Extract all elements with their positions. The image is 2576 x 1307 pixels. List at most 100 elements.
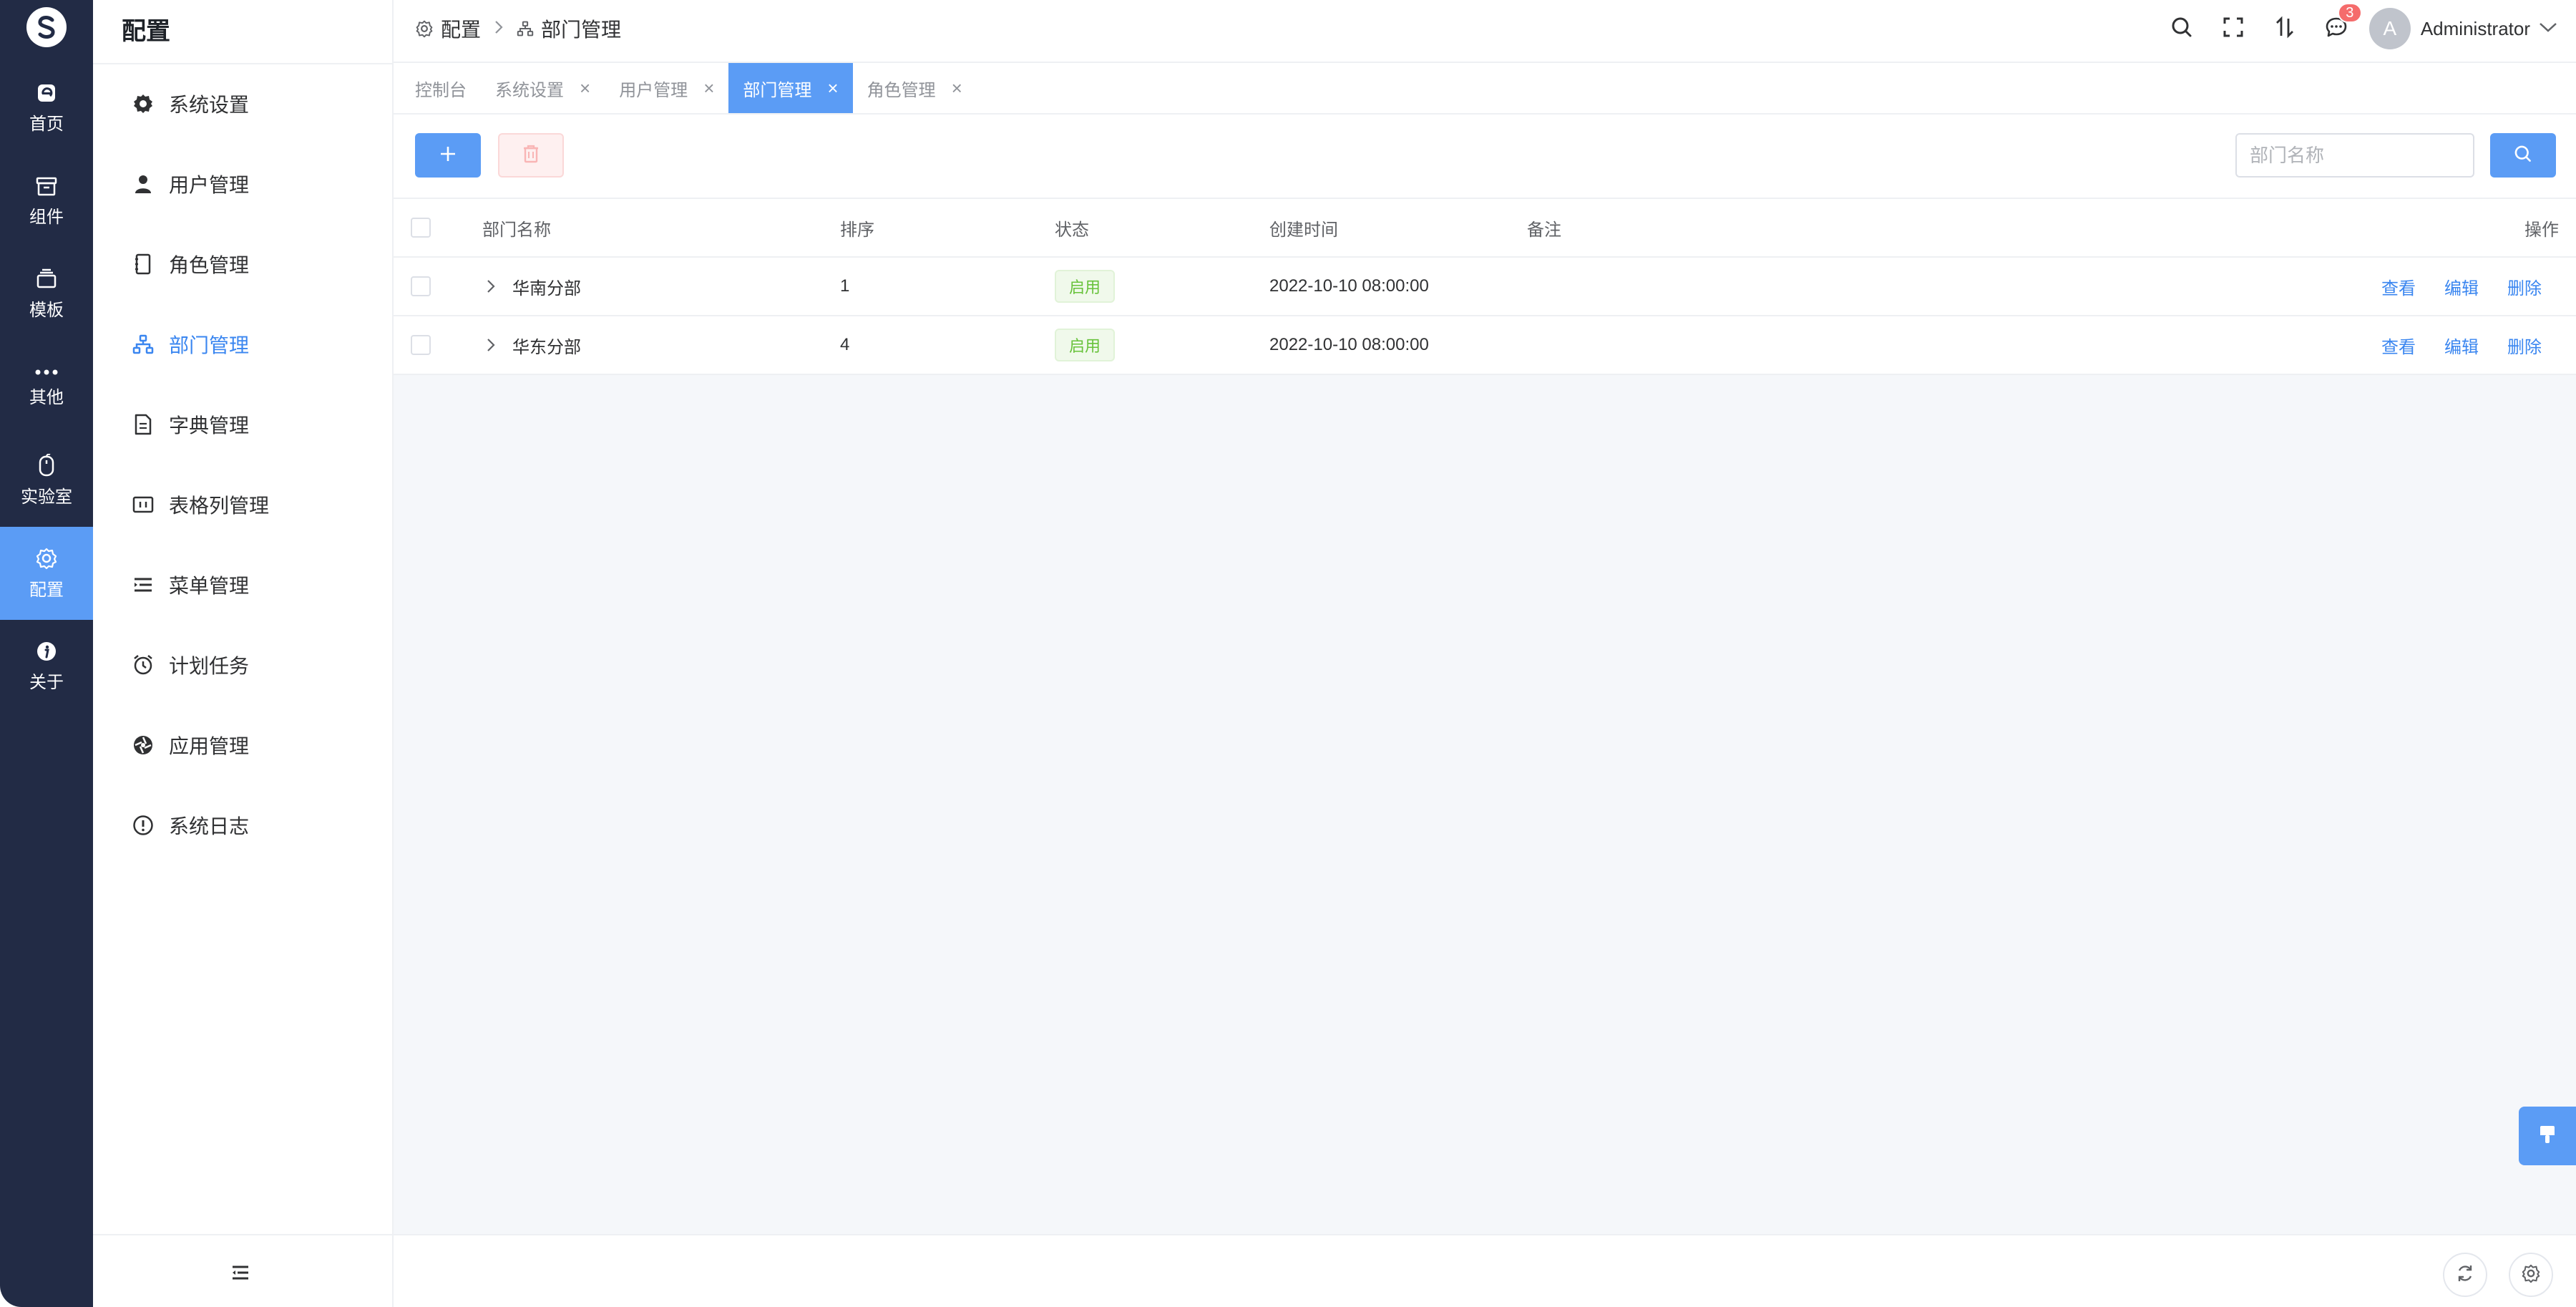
delete-button[interactable] <box>498 133 564 178</box>
user-icon <box>129 170 157 198</box>
table-header-row: 部门名称 排序 状态 创建时间 备注 操作 <box>394 199 2576 258</box>
menu-item-dictionary-management[interactable]: 字典管理 <box>93 384 392 465</box>
more-icon <box>34 367 59 377</box>
menu-item-table-column-management[interactable]: 表格列管理 <box>93 465 392 545</box>
close-icon[interactable]: × <box>703 77 714 99</box>
column-header-status[interactable]: 状态 <box>1055 199 1089 256</box>
search-icon <box>2170 16 2193 42</box>
close-icon[interactable]: × <box>580 77 590 99</box>
status-badge: 启用 <box>1055 270 1116 303</box>
app-logo[interactable] <box>26 7 67 47</box>
view-link[interactable]: 查看 <box>2381 333 2416 358</box>
table-toolbar <box>394 115 2576 199</box>
menu-item-label: 计划任务 <box>169 655 250 677</box>
view-link[interactable]: 查看 <box>2381 274 2416 299</box>
department-name: 华南分部 <box>512 278 581 298</box>
fullscreen-button[interactable] <box>2207 0 2259 57</box>
table-columns-icon <box>129 490 157 519</box>
menu-item-department-management[interactable]: 部门管理 <box>93 304 392 384</box>
delete-link[interactable]: 删除 <box>2507 333 2542 358</box>
chevron-right-icon[interactable] <box>482 336 499 354</box>
tab-label: 部门管理 <box>743 80 812 100</box>
close-icon[interactable]: × <box>952 77 962 99</box>
edit-link[interactable]: 编辑 <box>2444 333 2479 358</box>
org-icon <box>517 21 534 37</box>
refresh-button[interactable] <box>2443 1253 2487 1297</box>
page-footer <box>394 1234 2576 1307</box>
close-icon[interactable]: × <box>827 77 838 99</box>
menu-item-role-management[interactable]: 角色管理 <box>93 224 392 304</box>
edit-link[interactable]: 编辑 <box>2444 274 2479 299</box>
breadcrumb-item-current: 部门管理 <box>541 19 622 41</box>
actions-cell: 查看 编辑 删除 <box>2381 258 2542 315</box>
rail-item-lab[interactable]: 实验室 <box>0 434 93 527</box>
trash-icon <box>522 144 540 167</box>
switch-arrows-icon <box>2274 16 2296 42</box>
rail-item-about[interactable]: 关于 <box>0 620 93 713</box>
layers-icon <box>35 268 58 290</box>
warning-circle-icon <box>129 811 157 840</box>
top-header: 配置 部门管理 3 A Administrator <box>394 0 2576 63</box>
menu-item-scheduled-tasks[interactable]: 计划任务 <box>93 625 392 705</box>
tab-label: 系统设置 <box>495 80 564 100</box>
tab-label: 角色管理 <box>867 80 936 100</box>
menu-item-system-settings[interactable]: 系统设置 <box>93 64 392 144</box>
column-header-name[interactable]: 部门名称 <box>482 199 551 256</box>
column-header-remark[interactable]: 备注 <box>1527 199 1561 256</box>
theme-drawer-button[interactable] <box>2519 1107 2576 1165</box>
rail-item-components[interactable]: 组件 <box>0 155 93 248</box>
gear-icon <box>415 19 434 38</box>
department-name-cell: 华南分部 <box>482 258 581 315</box>
status-cell: 启用 <box>1055 258 1116 315</box>
select-all-checkbox[interactable] <box>411 218 431 238</box>
row-checkbox[interactable] <box>411 276 431 296</box>
select-all-cell <box>411 199 431 256</box>
gear-icon <box>2521 1263 2541 1287</box>
paint-brush-icon <box>2537 1124 2557 1149</box>
menu-item-system-log[interactable]: 系统日志 <box>93 785 392 865</box>
menu-item-user-management[interactable]: 用户管理 <box>93 144 392 224</box>
rail-item-config[interactable]: 配置 <box>0 527 93 620</box>
column-header-sort[interactable]: 排序 <box>840 199 874 256</box>
add-button[interactable] <box>415 133 481 178</box>
status-badge: 启用 <box>1055 329 1116 361</box>
column-header-created[interactable]: 创建时间 <box>1269 199 1338 256</box>
sort-value: 4 <box>840 335 850 354</box>
table-row: 华东分部 4 启用 2022-10-10 08:00:00 查看 编辑 删除 <box>394 316 2576 375</box>
fullscreen-icon <box>2223 16 2244 42</box>
collapse-menu-button[interactable] <box>226 1260 255 1288</box>
menu-item-label: 部门管理 <box>169 334 250 356</box>
settings-button[interactable] <box>2509 1253 2553 1297</box>
delete-link[interactable]: 删除 <box>2507 274 2542 299</box>
tab-user-management[interactable]: 用户管理 × <box>605 63 728 113</box>
tab-dashboard[interactable]: 控制台 <box>401 63 481 113</box>
messages-button[interactable]: 3 <box>2311 0 2362 57</box>
tab-system-settings[interactable]: 系统设置 × <box>481 63 605 113</box>
tab-role-management[interactable]: 角色管理 × <box>853 63 977 113</box>
app-rail: 首页 组件 模板 其他 实验室 配置 关于 <box>0 0 93 1307</box>
rail-item-templates[interactable]: 模板 <box>0 248 93 341</box>
toggle-direction-button[interactable] <box>2259 0 2311 57</box>
user-menu[interactable]: A Administrator <box>2362 0 2576 57</box>
avatar: A <box>2368 8 2411 49</box>
page-tabs: 控制台 系统设置 × 用户管理 × 部门管理 × 角色管理 × <box>394 63 2576 115</box>
rail-label: 首页 <box>29 114 64 134</box>
breadcrumb-item-root[interactable]: 配置 <box>441 14 481 43</box>
document-icon <box>129 410 157 439</box>
department-name-search-input[interactable] <box>2235 133 2474 178</box>
menu-item-label: 系统日志 <box>169 815 250 837</box>
menu-item-app-management[interactable]: 应用管理 <box>93 705 392 785</box>
search-button[interactable] <box>2156 0 2207 57</box>
chevron-right-icon[interactable] <box>482 278 499 295</box>
rail-label: 模板 <box>29 300 64 320</box>
submenu-title: 配置 <box>122 18 170 45</box>
tab-department-management[interactable]: 部门管理 × <box>728 63 853 113</box>
search-submit-button[interactable] <box>2490 133 2556 178</box>
rail-item-other[interactable]: 其他 <box>0 341 93 434</box>
tab-label: 用户管理 <box>619 80 688 100</box>
notebook-icon <box>129 250 157 278</box>
header-tools: 3 A Administrator <box>2156 0 2576 57</box>
row-checkbox[interactable] <box>411 335 431 355</box>
menu-item-menu-management[interactable]: 菜单管理 <box>93 545 392 625</box>
rail-item-home[interactable]: 首页 <box>0 62 93 155</box>
